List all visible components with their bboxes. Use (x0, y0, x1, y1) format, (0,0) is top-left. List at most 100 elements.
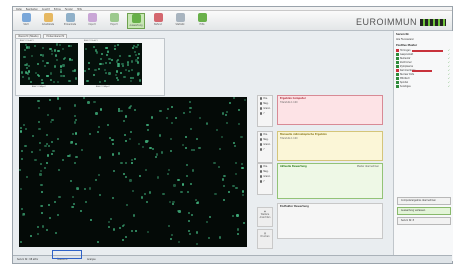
cell-dot (128, 54, 131, 58)
more-views-button[interactable]: ◉ Weitere Ansichten (257, 207, 273, 227)
cell-dot (241, 167, 244, 170)
action-buttons: Computerergebnis übernehmen Auswertung v… (397, 197, 451, 227)
cell-dot (191, 169, 194, 172)
cell-dot (234, 172, 238, 175)
radio-unknown[interactable]: ? (258, 111, 272, 116)
cell-dot (92, 45, 95, 48)
cell-dot (130, 162, 133, 165)
cell-dot (58, 107, 61, 110)
cell-dot (74, 77, 77, 80)
cell-dot (108, 72, 111, 75)
cell-dot (41, 54, 45, 57)
adopt-computer-result-button[interactable]: Computerergebnis übernehmen (397, 197, 451, 205)
cell-dot (174, 116, 177, 119)
cell-dot (27, 77, 30, 80)
radio-unknown[interactable]: ? (258, 147, 272, 152)
thumb-header-left: Bild 1 / Feld 1 (20, 40, 34, 42)
cell-dot (70, 59, 73, 62)
cell-dot (124, 161, 127, 164)
status-analysis-tab[interactable]: Analyse (85, 257, 98, 262)
thumbnail-image-2[interactable] (84, 43, 142, 85)
fluorescence-label: Alle Fluoreszenz (396, 38, 414, 41)
cell-dot (126, 64, 130, 67)
toolbar-report-button[interactable]: Befund (149, 13, 167, 29)
cell-dot (108, 136, 111, 139)
toolbar-worklist-button[interactable]: Arbeitsliste (39, 13, 57, 29)
cell-dot (129, 179, 132, 182)
cell-dot (173, 184, 176, 187)
button-label: Drucken (260, 235, 270, 238)
cell-dot (39, 169, 43, 172)
cell-dot (38, 127, 41, 131)
cell-dot (40, 183, 43, 186)
toolbar-export-button[interactable]: Export (105, 13, 123, 29)
cell-dot (123, 120, 126, 123)
toolbar-evaluation-button[interactable]: Auswertung (127, 13, 145, 29)
cell-dot (30, 235, 33, 238)
cell-dot (228, 190, 231, 193)
toolbar-import-button[interactable]: Import (83, 13, 101, 29)
cell-dot (106, 124, 109, 127)
exit-evaluation-button[interactable]: Auswertung verlassen (397, 207, 451, 215)
home-icon (21, 13, 31, 22)
cell-dot (134, 50, 137, 54)
pattern-item[interactable]: Sonstiges ✓ (394, 85, 453, 89)
toolbar-statistics-button[interactable]: Statistik (171, 13, 189, 29)
result-radio-group: Pos. Neg. Grenz. ? (257, 163, 273, 195)
thumbnail-image-1[interactable] (20, 43, 78, 85)
cell-dot (108, 225, 111, 228)
cell-dot (74, 132, 77, 135)
cell-dot (63, 74, 66, 77)
toolbar-samplelist-button[interactable]: Probenliste (61, 13, 79, 29)
logo-text: EUROIMMUN (355, 17, 417, 27)
radio-unknown[interactable]: ? (258, 179, 272, 184)
cell-dot (237, 109, 240, 112)
brand-logo: EUROIMMUN (356, 17, 446, 27)
cell-dot (48, 144, 51, 148)
cell-dot (182, 112, 185, 115)
cell-dot (162, 193, 165, 196)
cell-dot (71, 133, 74, 136)
cell-dot (170, 105, 173, 108)
toolbar-help-button[interactable]: Hilfe (193, 13, 211, 29)
cell-dot (125, 175, 128, 178)
fluorescence-image[interactable] (19, 97, 247, 247)
cell-dot (180, 190, 183, 194)
radio-label: Pos. (263, 165, 268, 168)
cell-dot (51, 118, 54, 121)
cell-dot (119, 71, 123, 75)
toolbar-start-button[interactable]: Start (17, 13, 35, 29)
current-result-box: Aktuelle Bewertung Muster übernehmen (277, 163, 383, 199)
adopt-pattern-link[interactable]: Muster übernehmen (357, 165, 379, 168)
check-icon: ✓ (447, 85, 450, 88)
cell-dot (58, 196, 61, 199)
cell-dot (29, 80, 32, 83)
cell-dot (86, 79, 89, 82)
cell-dot (147, 128, 150, 131)
serum-navigator[interactable]: Serum Nr. 8 (397, 217, 451, 225)
toolbar-label: Statistik (175, 23, 185, 26)
cell-dot (69, 154, 72, 157)
cell-dot (62, 64, 65, 67)
cell-dot (79, 209, 83, 212)
cell-dot (111, 197, 114, 200)
cell-dot (136, 61, 140, 64)
cell-dot (132, 214, 135, 217)
cell-dot (171, 233, 174, 236)
cell-dot (151, 147, 154, 150)
cell-dot (105, 72, 108, 75)
cell-dot (138, 79, 141, 82)
radio-label: ? (263, 180, 265, 183)
cell-dot (116, 70, 119, 73)
app-window: Datei Bearbeiten Ansicht Extras Fenster … (12, 6, 453, 264)
cell-dot (182, 144, 185, 147)
pattern-label: Sonstiges (400, 85, 411, 88)
cell-dot (61, 158, 64, 161)
print-button[interactable]: ▤ Drucken (257, 229, 273, 249)
radio-label: Neg. (263, 138, 269, 141)
cell-dot (117, 152, 121, 155)
cell-dot (111, 142, 114, 146)
cell-dot (213, 161, 216, 165)
cell-dot (187, 219, 190, 222)
cell-dot (53, 49, 56, 52)
